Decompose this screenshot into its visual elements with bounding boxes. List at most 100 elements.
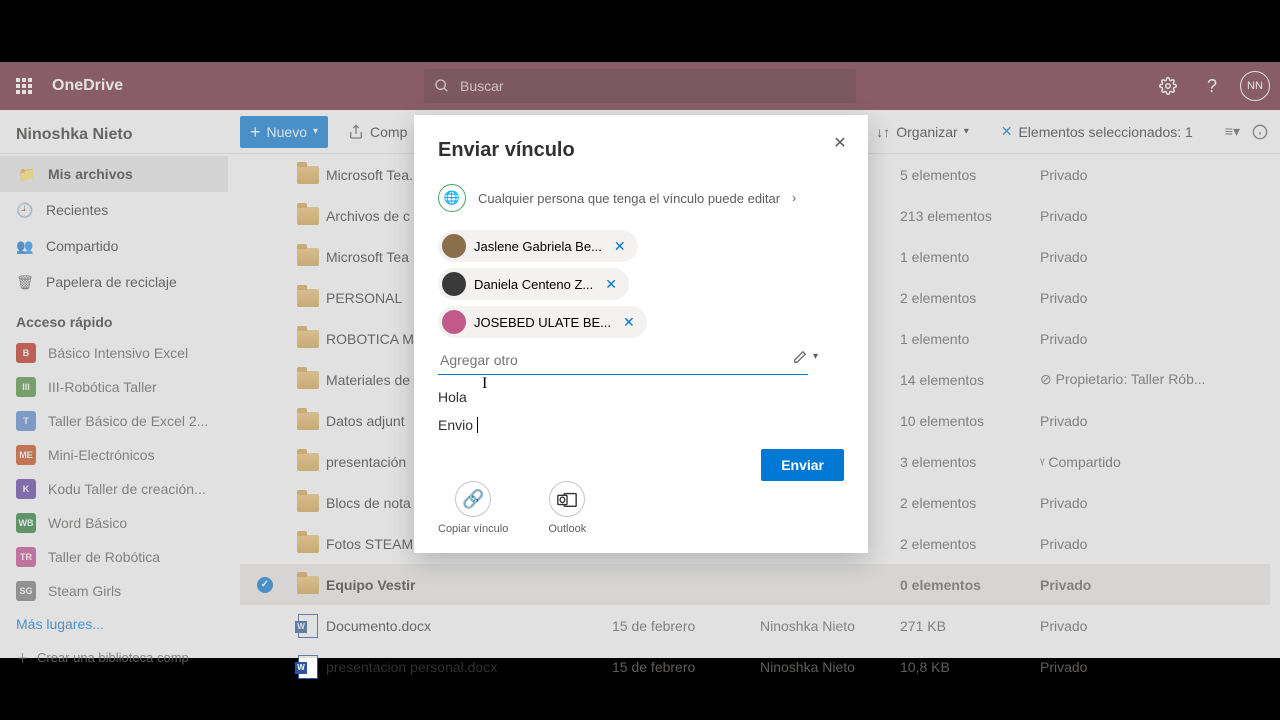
file-size: 5 elementos	[900, 167, 1040, 183]
site-badge: III	[16, 377, 36, 397]
share-command[interactable]: Comp	[348, 124, 407, 140]
sidebar-item-mis-archivos[interactable]: 📁Mis archivos	[0, 156, 228, 192]
view-toggle-button[interactable]: ≡▾	[1225, 123, 1240, 140]
text-cursor: I	[482, 375, 487, 393]
organize-command[interactable]: ↓↑ Organizar ▾	[876, 124, 969, 140]
avatar	[442, 234, 466, 258]
file-sharing: ᵞ Compartido	[1040, 454, 1220, 470]
modal-close-button[interactable]: ✕	[826, 129, 854, 157]
file-modified: 15 de febrero	[612, 659, 760, 675]
globe-icon: 🌐	[438, 184, 466, 212]
folder-icon	[297, 453, 319, 471]
search-box[interactable]: Buscar	[424, 69, 856, 103]
plus-icon: +	[250, 125, 261, 139]
file-sharing: Privado	[1040, 331, 1220, 347]
help-button[interactable]: ?	[1196, 70, 1228, 102]
folder-icon	[297, 166, 319, 184]
new-button[interactable]: + Nuevo ▾	[240, 116, 328, 148]
remove-chip-button[interactable]: ✕	[601, 276, 621, 293]
info-icon[interactable]	[1252, 124, 1268, 140]
nav-icon: 👥	[16, 238, 34, 255]
remove-chip-button[interactable]: ✕	[619, 314, 639, 331]
chevron-right-icon: ›	[792, 191, 796, 205]
chevron-down-icon: ▾	[313, 126, 318, 137]
quick-access-item[interactable]: SGSteam Girls	[0, 574, 228, 608]
file-size: 2 elementos	[900, 536, 1040, 552]
site-badge: WB	[16, 513, 36, 533]
file-row[interactable]: Documento.docx 15 de febrero Ninoshka Ni…	[240, 605, 1270, 646]
word-doc-icon	[298, 655, 318, 679]
avatar	[442, 272, 466, 296]
app-launcher-button[interactable]	[0, 62, 48, 110]
quick-access-item[interactable]: WBWord Básico	[0, 506, 228, 540]
recipient-chip: JOSEBED ULATE BE...✕	[438, 306, 647, 338]
quick-access-item[interactable]: IIIIII-Robótica Taller	[0, 370, 228, 404]
remove-chip-button[interactable]: ✕	[610, 238, 630, 255]
folder-icon	[297, 248, 319, 266]
close-icon: ✕	[833, 133, 846, 153]
file-owner: Ninoshka Nieto	[760, 618, 900, 634]
copy-link-option[interactable]: 🔗 Copiar vínculo	[438, 481, 508, 535]
folder-icon	[297, 494, 319, 512]
pencil-icon[interactable]	[793, 350, 807, 364]
sidebar-item-compartido[interactable]: 👥Compartido	[0, 228, 228, 264]
file-name: Documento.docx	[326, 618, 612, 634]
selected-count[interactable]: ✕ Elementos seleccionados: 1	[1001, 123, 1193, 140]
file-sharing: Privado	[1040, 618, 1220, 634]
outlook-icon	[549, 481, 585, 517]
nav-icon: 🗑	[16, 274, 34, 291]
recipient-chip: Jaslene Gabriela Be...✕	[438, 230, 638, 262]
file-size: 3 elementos	[900, 454, 1040, 470]
search-placeholder: Buscar	[460, 78, 504, 94]
file-name: presentacion personal.docx	[326, 659, 612, 675]
left-nav: Ninoshka Nieto 📁Mis archivos🕘Recientes👥C…	[0, 110, 228, 658]
share-modal: Enviar vínculo ✕ 🌐 Cualquier persona que…	[414, 115, 868, 553]
file-row[interactable]: ✓ Equipo Vestir 0 elementos Privado	[240, 564, 1270, 605]
site-badge: SG	[16, 581, 36, 601]
sidebar-item-papelera-de-reciclaje[interactable]: 🗑Papelera de reciclaje	[0, 264, 228, 300]
file-sharing: Privado	[1040, 290, 1220, 306]
file-size: 271 KB	[900, 618, 1040, 634]
quick-access-item[interactable]: KKodu Taller de creación...	[0, 472, 228, 506]
outlook-option[interactable]: Outlook	[548, 481, 586, 535]
avatar	[442, 310, 466, 334]
settings-button[interactable]	[1152, 70, 1184, 102]
create-library-link[interactable]: ＋ Crear una biblioteca comp	[0, 640, 228, 675]
recipient-input[interactable]	[438, 346, 808, 375]
site-badge: TR	[16, 547, 36, 567]
file-size: 1 elemento	[900, 249, 1040, 265]
file-sharing: Privado	[1040, 249, 1220, 265]
folder-icon	[297, 412, 319, 430]
quick-access-item[interactable]: TRTaller de Robótica	[0, 540, 228, 574]
sidebar-item-recientes[interactable]: 🕘Recientes	[0, 192, 228, 228]
permission-selector[interactable]: 🌐 Cualquier persona que tenga el vínculo…	[438, 184, 844, 212]
quick-access-item[interactable]: MEMini-Electrónicos	[0, 438, 228, 472]
site-badge: T	[16, 411, 36, 431]
site-badge: B	[16, 343, 36, 363]
site-badge: ME	[16, 445, 36, 465]
chevron-down-icon[interactable]: ▾	[813, 351, 818, 362]
file-row[interactable]: presentacion personal.docx 15 de febrero…	[240, 646, 1270, 687]
file-size: 2 elementos	[900, 290, 1040, 306]
waffle-icon	[16, 78, 32, 94]
user-name-label: Ninoshka Nieto	[0, 118, 228, 156]
send-button[interactable]: Enviar	[761, 449, 844, 481]
search-icon	[434, 78, 450, 94]
row-checkbox[interactable]: ✓	[240, 577, 290, 593]
file-sharing: Privado	[1040, 536, 1220, 552]
file-name: Equipo Vestir	[326, 577, 612, 593]
link-icon: 🔗	[455, 481, 491, 517]
more-places-link[interactable]: Más lugares...	[0, 608, 228, 640]
quick-access-item[interactable]: TTaller Básico de Excel 2...	[0, 404, 228, 438]
plus-icon: ＋	[16, 648, 29, 667]
app-header: OneDrive Buscar ? NN	[0, 62, 1280, 110]
modal-title: Enviar vínculo	[438, 139, 844, 162]
file-owner: Ninoshka Nieto	[760, 659, 900, 675]
message-input[interactable]: Hola Envio	[438, 389, 844, 445]
user-avatar[interactable]: NN	[1240, 71, 1270, 101]
quick-access-item[interactable]: BBásico Intensivo Excel	[0, 336, 228, 370]
file-sharing: Privado	[1040, 413, 1220, 429]
file-size: 10 elementos	[900, 413, 1040, 429]
folder-icon	[297, 289, 319, 307]
brand-label: OneDrive	[52, 77, 123, 95]
